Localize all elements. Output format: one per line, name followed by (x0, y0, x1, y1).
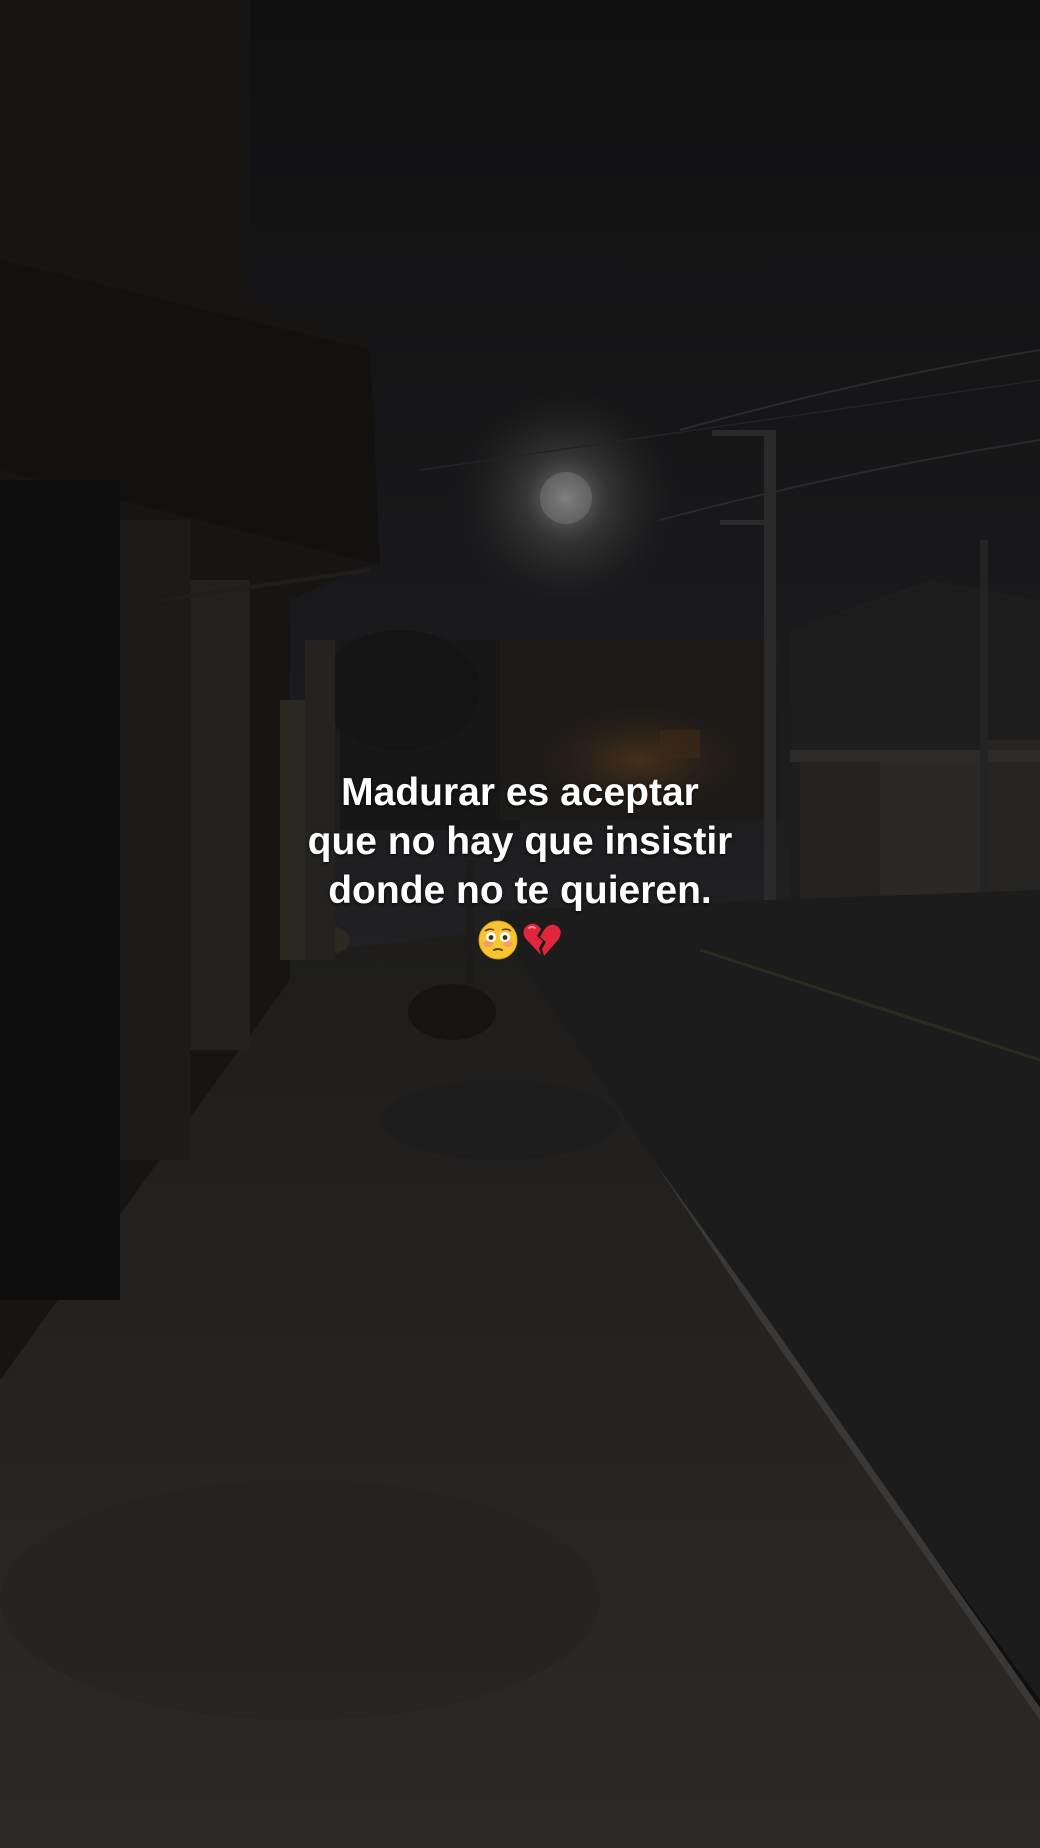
caption-text-block: Madurar es aceptar que no hay que insist… (0, 768, 1040, 965)
tree-silhouette (320, 630, 480, 750)
broken-heart-icon (523, 923, 561, 956)
caption-line-1: Madurar es aceptar (341, 771, 699, 814)
flushed-face-icon (478, 920, 518, 960)
emoji-row (0, 919, 1040, 965)
planter (408, 984, 496, 1040)
caption-line-2: que no hay que insistir (307, 820, 733, 863)
caption-line-3: donde no te quieren. (328, 869, 712, 912)
